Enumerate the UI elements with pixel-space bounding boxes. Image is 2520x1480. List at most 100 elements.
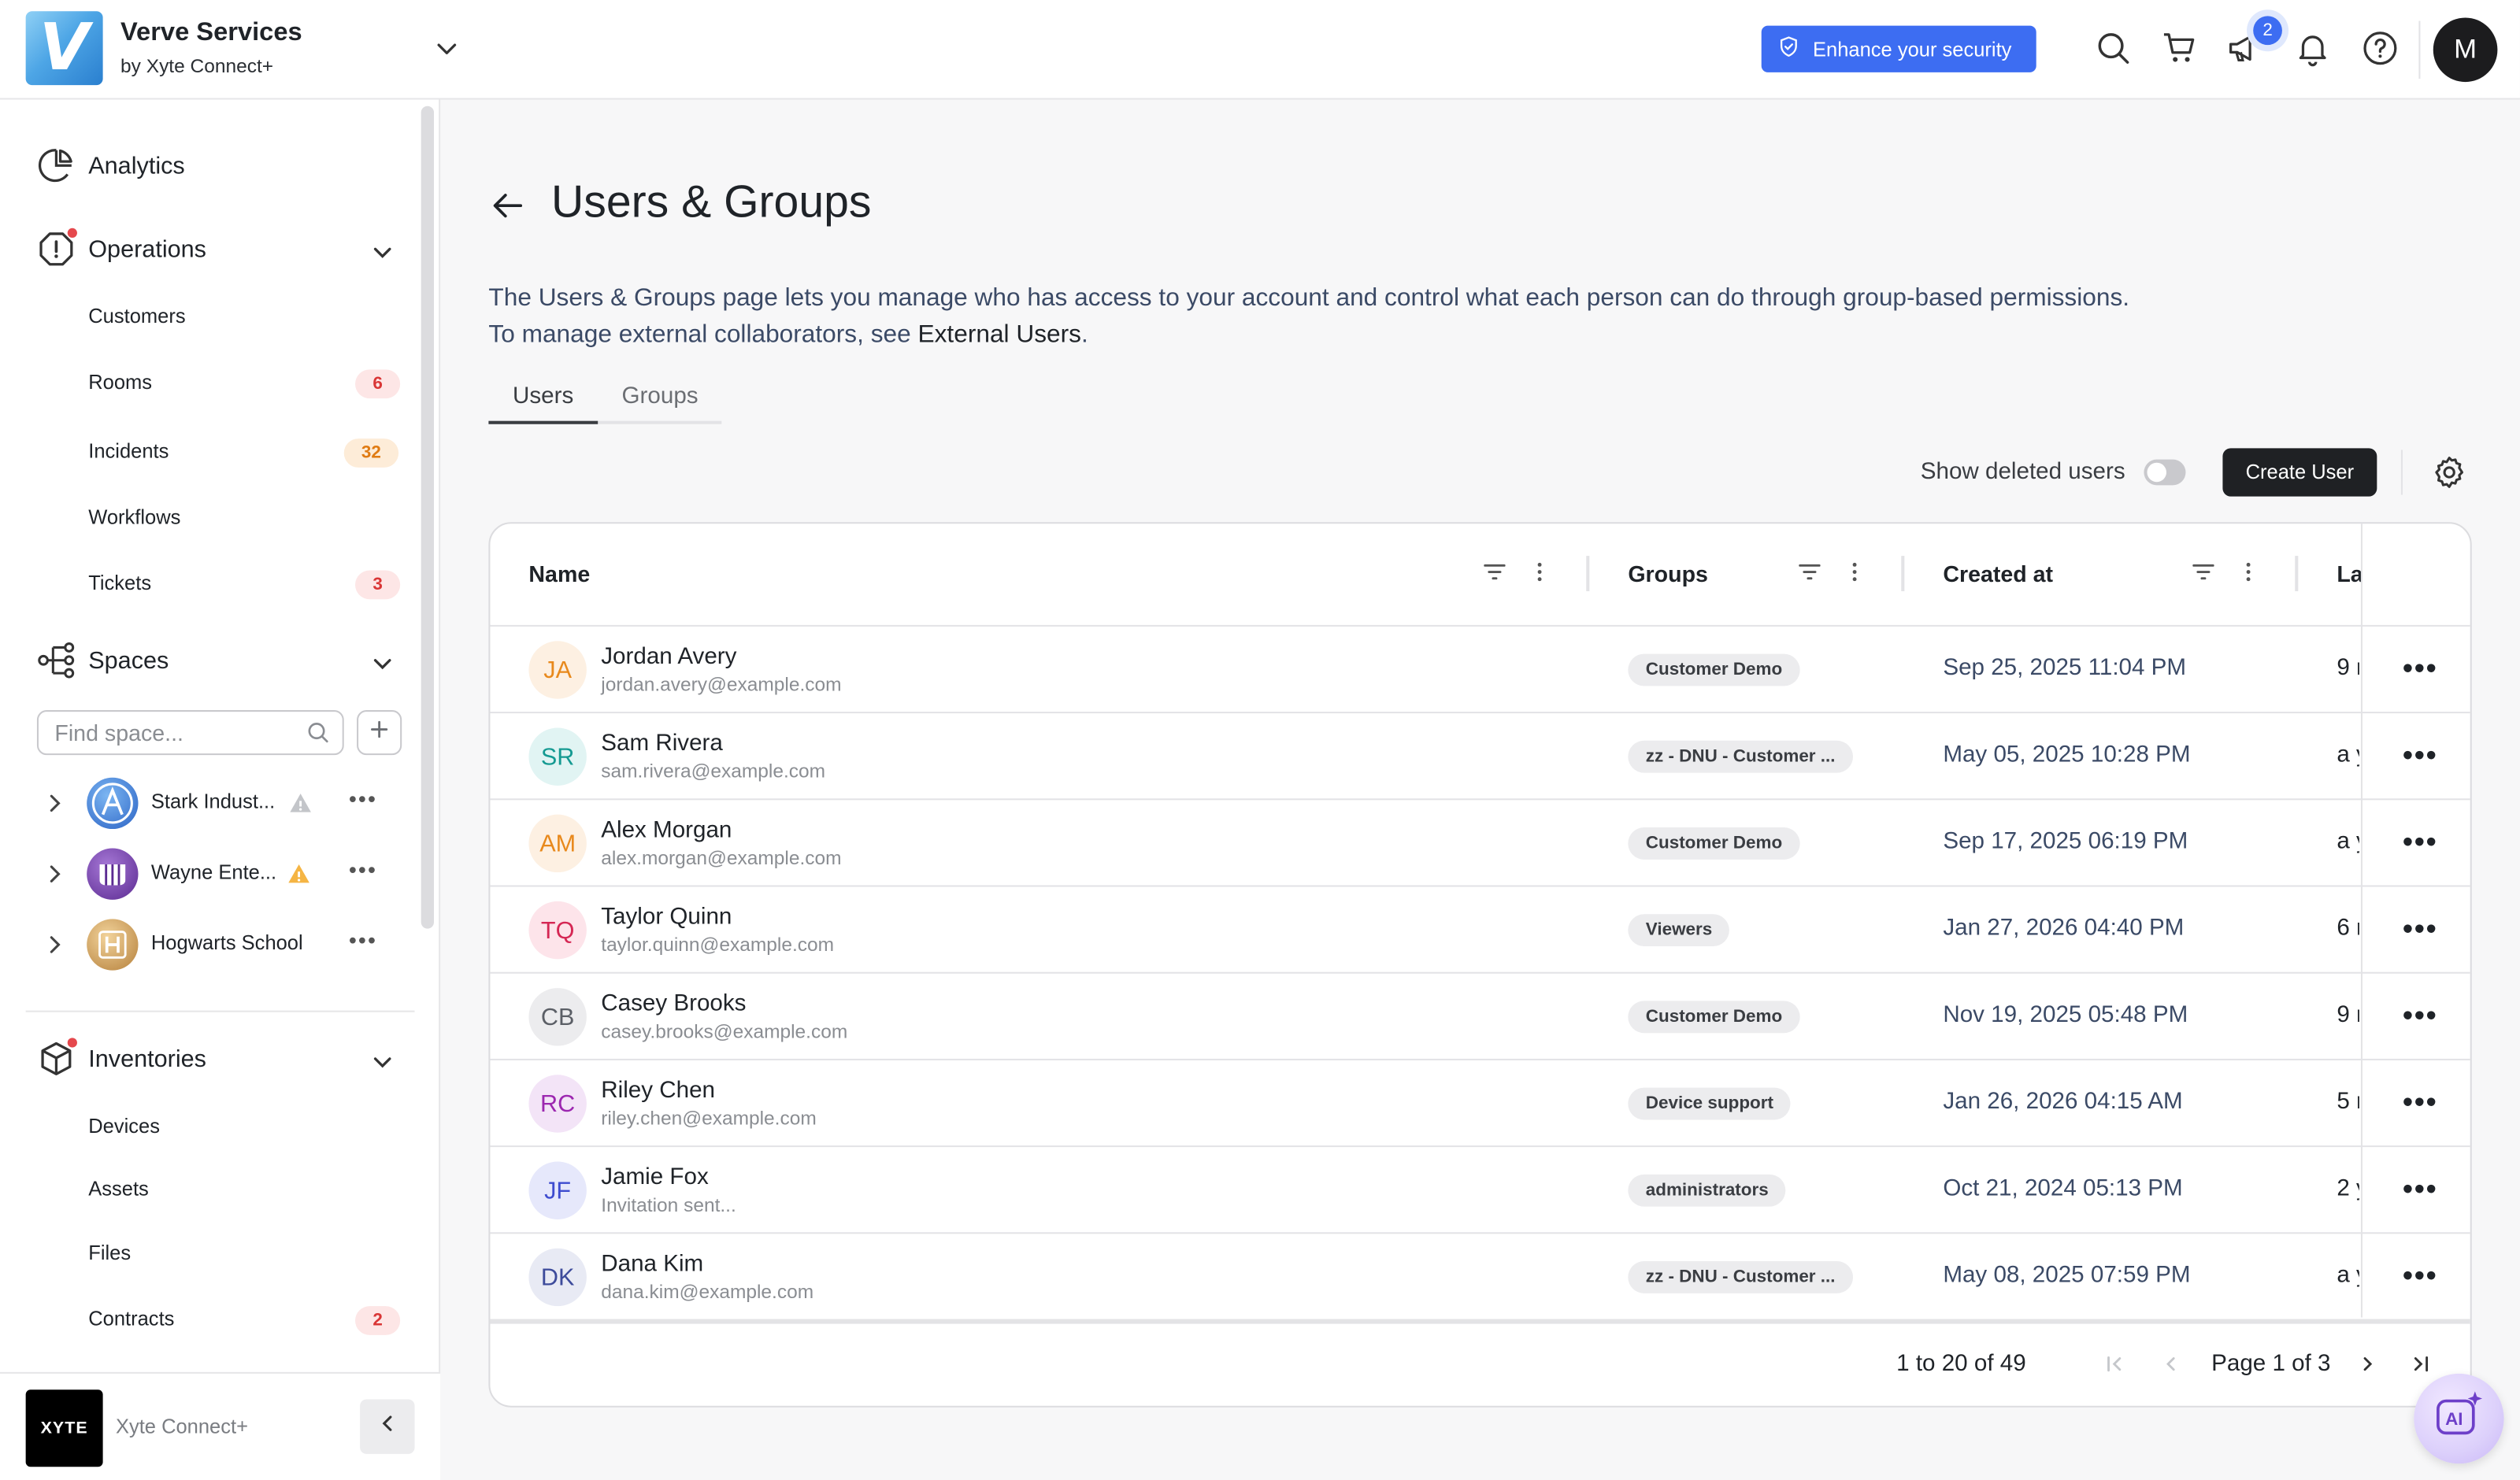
- chevron-down-icon[interactable]: [368, 238, 397, 267]
- user-name[interactable]: Casey Brooks: [601, 991, 746, 1017]
- sidebar-item-inventories[interactable]: Inventories: [35, 1036, 206, 1081]
- filter-icon[interactable]: [2191, 559, 2217, 593]
- filter-icon[interactable]: [1797, 559, 1823, 593]
- back-arrow-icon[interactable]: [488, 187, 527, 233]
- kebab-menu-icon[interactable]: [1842, 559, 1868, 593]
- column-header-created-at[interactable]: Created at: [1943, 561, 2053, 586]
- row-actions-button[interactable]: •••: [2403, 912, 2438, 946]
- app-subtitle: by Xyte Connect+: [120, 54, 274, 77]
- last-page-icon[interactable]: [2409, 1352, 2432, 1383]
- sidebar-item-operations[interactable]: Operations: [35, 227, 206, 272]
- chevron-right-icon[interactable]: [42, 861, 68, 895]
- next-page-icon[interactable]: [2356, 1352, 2379, 1383]
- sidebar-item-files[interactable]: Files: [88, 1242, 131, 1265]
- tab-groups[interactable]: Groups: [598, 379, 722, 424]
- column-separator[interactable]: [1901, 556, 1905, 592]
- sidebar-item-contracts[interactable]: Contracts: [88, 1308, 174, 1330]
- tab-users[interactable]: Users: [488, 379, 598, 424]
- first-page-icon[interactable]: [2103, 1352, 2126, 1383]
- add-space-button[interactable]: [357, 710, 402, 756]
- chevron-down-icon[interactable]: [368, 649, 397, 678]
- enhance-security-button[interactable]: Enhance your security: [1761, 25, 2036, 72]
- row-actions-button[interactable]: •••: [2403, 999, 2438, 1033]
- sidebar-item-customers[interactable]: Customers: [88, 305, 185, 328]
- sidebar-item-tickets[interactable]: Tickets: [88, 572, 151, 595]
- group-badge[interactable]: administrators: [1628, 1174, 1787, 1207]
- space-more-button[interactable]: •••: [349, 857, 377, 882]
- sidebar-item-assets[interactable]: Assets: [88, 1178, 149, 1201]
- space-item-hogwarts[interactable]: Hogwarts School •••: [35, 919, 421, 971]
- column-header-last-active[interactable]: La: [2337, 561, 2361, 586]
- sidebar-item-incidents[interactable]: Incidents: [88, 440, 169, 463]
- column-header-groups[interactable]: Groups: [1628, 561, 1708, 586]
- user-name[interactable]: Riley Chen: [601, 1078, 715, 1104]
- table-row[interactable]: DK Dana Kim dana.kim@example.com zz - DNU -…: [490, 1234, 2470, 1321]
- user-name[interactable]: Alex Morgan: [601, 818, 732, 844]
- find-space-input[interactable]: Find space...: [36, 710, 344, 756]
- space-item-stark[interactable]: Stark Indust... •••: [35, 777, 421, 830]
- space-item-wayne[interactable]: Wayne Ente... •••: [35, 848, 421, 900]
- cart-icon[interactable]: [2159, 28, 2200, 69]
- kebab-menu-icon[interactable]: [1527, 559, 1553, 593]
- sidebar-item-rooms[interactable]: Rooms: [88, 371, 152, 394]
- column-separator[interactable]: [1586, 556, 1590, 592]
- group-badge[interactable]: Customer Demo: [1628, 653, 1800, 686]
- group-badge[interactable]: zz - DNU - Customer ...: [1628, 740, 1853, 773]
- bell-icon[interactable]: [2292, 28, 2333, 69]
- group-badge[interactable]: zz - DNU - Customer ...: [1628, 1261, 1853, 1293]
- row-actions-button[interactable]: •••: [2403, 1260, 2438, 1293]
- user-email: Invitation sent...: [601, 1193, 736, 1216]
- chevron-down-icon[interactable]: [368, 1048, 397, 1077]
- filter-icon[interactable]: [1482, 559, 1508, 593]
- table-row[interactable]: RC Riley Chen riley.chen@example.com Device…: [490, 1060, 2470, 1148]
- previous-page-icon[interactable]: [2160, 1352, 2183, 1383]
- app-name[interactable]: Verve Services: [120, 19, 302, 48]
- sidebar-item-analytics[interactable]: Analytics: [35, 143, 185, 188]
- chevron-right-icon[interactable]: [42, 790, 68, 824]
- row-actions-button[interactable]: •••: [2403, 1173, 2438, 1207]
- space-more-button[interactable]: •••: [349, 927, 377, 953]
- kebab-menu-icon[interactable]: [2236, 559, 2262, 593]
- row-actions-button[interactable]: •••: [2403, 739, 2438, 773]
- table-row[interactable]: TQ Taylor Quinn taylor.quinn@example.com Vi…: [490, 887, 2470, 974]
- group-badge[interactable]: Customer Demo: [1628, 827, 1800, 860]
- table-row[interactable]: JF Jamie Fox Invitation sent... administrat…: [490, 1147, 2470, 1234]
- gear-icon[interactable]: [2430, 453, 2469, 500]
- row-actions-button[interactable]: •••: [2403, 826, 2438, 860]
- group-badge[interactable]: Customer Demo: [1628, 1001, 1800, 1034]
- user-name[interactable]: Jordan Avery: [601, 644, 736, 670]
- row-actions-button[interactable]: •••: [2403, 1086, 2438, 1120]
- search-icon[interactable]: [2092, 28, 2134, 69]
- row-actions-button[interactable]: •••: [2403, 653, 2438, 686]
- space-more-button[interactable]: •••: [349, 786, 377, 812]
- table-row[interactable]: CB Casey Brooks casey.brooks@example.com Cu…: [490, 974, 2470, 1060]
- created-at: May 08, 2025 07:59 PM: [1943, 1263, 2191, 1289]
- user-name[interactable]: Sam Rivera: [601, 731, 723, 757]
- user-name[interactable]: Dana Kim: [601, 1252, 703, 1278]
- xyte-logo[interactable]: XYTE: [25, 1389, 103, 1467]
- user-name[interactable]: Taylor Quinn: [601, 905, 732, 931]
- sidebar-item-spaces[interactable]: Spaces: [35, 638, 169, 683]
- incidents-count-badge: 32: [343, 438, 399, 468]
- user-name[interactable]: Jamie Fox: [601, 1165, 709, 1191]
- column-separator[interactable]: [2295, 556, 2299, 592]
- collapse-sidebar-button[interactable]: [360, 1399, 415, 1454]
- app-logo[interactable]: V: [25, 11, 103, 86]
- group-badge[interactable]: Viewers: [1628, 914, 1730, 947]
- chevron-right-icon[interactable]: [42, 932, 68, 966]
- chevron-down-icon[interactable]: [431, 32, 463, 65]
- help-icon[interactable]: [2359, 28, 2401, 69]
- create-user-button[interactable]: Create User: [2222, 448, 2377, 497]
- group-badge[interactable]: Device support: [1628, 1087, 1792, 1120]
- column-header-name[interactable]: Name: [528, 561, 590, 586]
- table-row[interactable]: SR Sam Rivera sam.rivera@example.com zz - D…: [490, 713, 2470, 801]
- table-row[interactable]: JA Jordan Avery jordan.avery@example.com Cu…: [490, 627, 2470, 714]
- sidebar-item-devices[interactable]: Devices: [88, 1115, 160, 1138]
- ai-assistant-button[interactable]: AI: [2414, 1373, 2504, 1464]
- table-row[interactable]: AM Alex Morgan alex.morgan@example.com Cust…: [490, 800, 2470, 887]
- user-avatar[interactable]: M: [2433, 17, 2498, 83]
- external-users-link[interactable]: External Users: [918, 321, 1081, 349]
- sidebar-scrollbar[interactable]: [421, 105, 435, 929]
- show-deleted-toggle[interactable]: [2144, 459, 2186, 486]
- sidebar-item-workflows[interactable]: Workflows: [88, 506, 180, 529]
